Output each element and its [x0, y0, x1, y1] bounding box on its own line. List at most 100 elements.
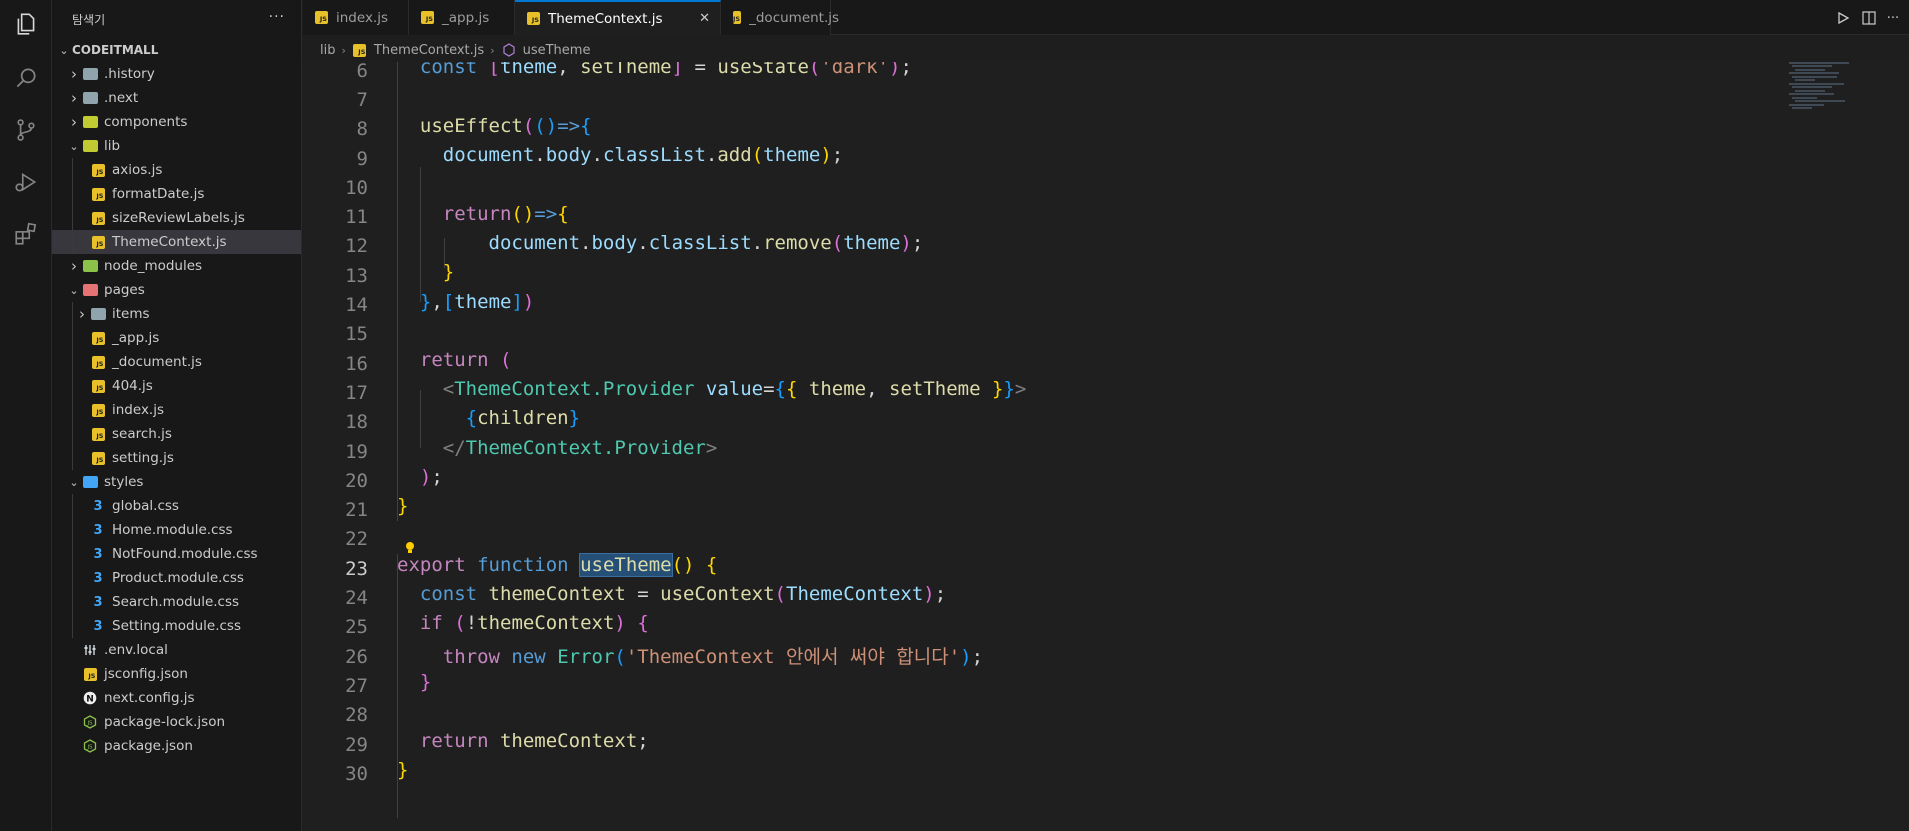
tree-item-label: lib: [104, 138, 121, 154]
folder-item[interactable]: › components: [52, 110, 301, 134]
minimap-line: [1792, 107, 1812, 109]
lightbulb-icon[interactable]: [403, 537, 417, 553]
editor-tab[interactable]: JS _document.js: [721, 0, 839, 35]
chevron-right-icon: ›: [71, 113, 77, 131]
code-line-23: export function useTheme() {: [397, 553, 718, 577]
code-line-13: }: [442, 261, 455, 283]
indent-guide: [72, 518, 73, 542]
extensions-icon[interactable]: [10, 218, 42, 250]
split-editor-icon[interactable]: [1859, 8, 1879, 28]
css-file-icon: 3: [93, 570, 103, 586]
code-line-14: },[theme]): [419, 291, 535, 313]
line-number-text: 6: [356, 62, 368, 82]
indent-guide: [72, 350, 73, 374]
nextjs-icon: N: [82, 690, 98, 706]
line-number-text: 20: [345, 469, 368, 492]
indent-guide: [72, 566, 73, 590]
file-item[interactable]: JS sizeReviewLabels.js: [52, 206, 301, 230]
line-number-text: 27: [345, 674, 368, 697]
workspace-root[interactable]: ⌄ CODEITMALL: [52, 38, 301, 62]
tab-label: index.js: [336, 9, 389, 26]
nodejs-icon: JS: [82, 714, 98, 730]
line-number-text: 30: [345, 762, 368, 785]
file-item[interactable]: JS ThemeContext.js: [52, 230, 301, 254]
line-number: 14: [303, 290, 368, 319]
close-icon[interactable]: ✕: [699, 11, 710, 26]
breadcrumb-folder[interactable]: lib: [320, 43, 335, 58]
folder-item[interactable]: › .next: [52, 86, 301, 110]
minimap-line: [1789, 104, 1824, 106]
folder-item[interactable]: ⌄ lib: [52, 134, 301, 158]
folder-item[interactable]: › items: [52, 302, 301, 326]
selected-symbol[interactable]: useTheme: [579, 553, 673, 577]
folder-icon: [82, 282, 98, 298]
more-editor-actions-icon[interactable]: ···: [1883, 8, 1903, 28]
tree-item-label: package-lock.json: [104, 714, 226, 730]
source-control-icon[interactable]: [10, 114, 42, 146]
tree-item-label: .env.local: [104, 642, 168, 658]
file-item[interactable]: 3 Setting.module.css: [52, 614, 301, 638]
code-line-27: }: [419, 671, 432, 693]
line-number: 8: [303, 115, 368, 144]
folder-item[interactable]: › node_modules: [52, 254, 301, 278]
line-number: 19: [303, 437, 368, 466]
search-icon[interactable]: [10, 62, 42, 94]
line-number-text: 21: [345, 499, 368, 522]
run-debug-icon[interactable]: [10, 166, 42, 198]
file-item[interactable]: Nnext.config.js: [52, 686, 301, 710]
js-file-icon: JS: [90, 162, 106, 178]
svg-text:JS: JS: [86, 721, 93, 727]
folder-icon: [82, 474, 98, 490]
indent-guide: [72, 422, 73, 446]
code-line-11: return()=>{: [442, 203, 569, 225]
file-item[interactable]: JS formatDate.js: [52, 182, 301, 206]
explorer-title: 탐색기: [72, 12, 106, 27]
line-number: 22: [303, 525, 368, 554]
editor-tab[interactable]: JS _app.js: [409, 0, 515, 35]
file-item[interactable]: 3 Search.module.css: [52, 590, 301, 614]
file-tree: › .history › .next › components ⌄ lib JS axios.js…: [52, 62, 301, 758]
file-item[interactable]: JS jsconfig.json: [52, 662, 301, 686]
file-item[interactable]: 3 global.css: [52, 494, 301, 518]
js-file-icon: JS: [90, 330, 106, 346]
minimap-line: [1795, 69, 1825, 71]
file-item[interactable]: JS search.js: [52, 422, 301, 446]
chevron-right-icon: ›: [79, 305, 85, 323]
tree-item-label: pages: [104, 282, 145, 298]
js-file-icon: JS: [90, 210, 106, 226]
file-item[interactable]: 3 Home.module.css: [52, 518, 301, 542]
file-item[interactable]: JS axios.js: [52, 158, 301, 182]
js-file-icon: JS: [90, 450, 106, 466]
file-item[interactable]: JS 404.js: [52, 374, 301, 398]
file-item[interactable]: JS package.json: [52, 734, 301, 758]
folder-item[interactable]: › .history: [52, 62, 301, 86]
indent-guide: [72, 302, 73, 326]
file-item[interactable]: JS index.js: [52, 398, 301, 422]
file-item[interactable]: JS setting.js: [52, 446, 301, 470]
editor-tab[interactable]: JS ThemeContext.js ✕: [515, 0, 721, 35]
tree-item-label: _app.js: [112, 330, 160, 346]
breadcrumb-file[interactable]: ThemeContext.js: [374, 43, 484, 58]
file-item[interactable]: 3 NotFound.module.css: [52, 542, 301, 566]
breadcrumb-symbol[interactable]: useTheme: [523, 43, 591, 58]
js-file-icon: JS: [90, 426, 106, 442]
run-icon[interactable]: [1833, 8, 1853, 28]
indent-guide: [72, 182, 73, 206]
explorer-icon[interactable]: [10, 8, 42, 40]
folder-item[interactable]: ⌄ pages: [52, 278, 301, 302]
line-number-text: 18: [345, 411, 368, 434]
file-item[interactable]: .env.local: [52, 638, 301, 662]
chevron-right-icon: ›: [341, 43, 346, 57]
minimap-line: [1789, 72, 1839, 74]
code-editor[interactable]: 6 7 8 9 10 11 12 13 14 15 16 17 18 19 20 21 22 23 24 25 26 27…: [303, 62, 1909, 831]
file-item[interactable]: JS _app.js: [52, 326, 301, 350]
folder-item[interactable]: ⌄ styles: [52, 470, 301, 494]
tree-item-label: Home.module.css: [112, 522, 233, 538]
minimap[interactable]: [1789, 62, 1869, 122]
code-line-26: throw new Error('ThemeContext 안에서 써야 합니다…: [442, 646, 984, 668]
file-item[interactable]: 3 Product.module.css: [52, 566, 301, 590]
file-item[interactable]: JS _document.js: [52, 350, 301, 374]
more-actions-icon[interactable]: ···: [269, 9, 285, 25]
file-item[interactable]: JS package-lock.json: [52, 710, 301, 734]
editor-tab[interactable]: JS index.js: [303, 0, 409, 35]
